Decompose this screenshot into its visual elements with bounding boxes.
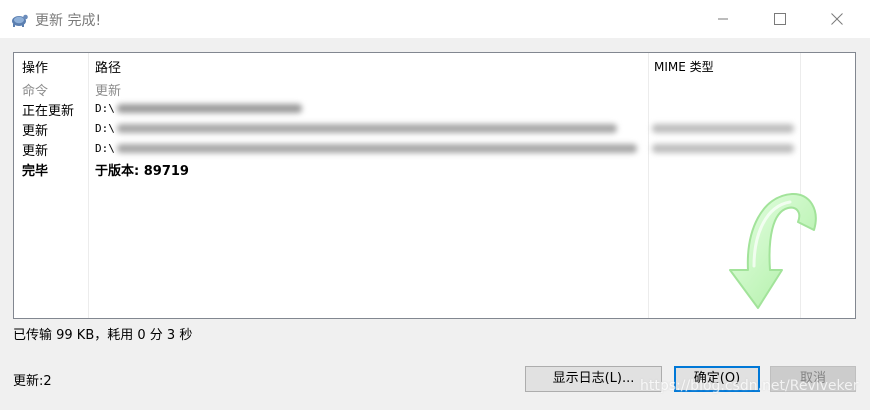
redacted-path xyxy=(117,104,302,113)
redacted-path xyxy=(117,124,617,133)
row-path: D:\ xyxy=(95,122,115,135)
row-action: 正在更新 xyxy=(22,104,75,119)
row-action: 完毕 xyxy=(22,164,49,179)
green-curved-arrow-icon xyxy=(729,192,817,309)
row-path: D:\ xyxy=(95,142,115,155)
redacted-mime xyxy=(652,144,794,153)
maximize-button[interactable] xyxy=(757,0,803,38)
redacted-mime xyxy=(652,124,794,133)
minimize-icon xyxy=(718,18,728,20)
list-item[interactable]: 正在更新 D:\ xyxy=(14,98,855,119)
minimize-button[interactable] xyxy=(700,0,746,38)
row-action: 更新 xyxy=(22,124,49,139)
column-header-path[interactable]: 路径 xyxy=(95,57,121,76)
list-item[interactable]: 更新 D:\ xyxy=(14,138,855,159)
close-button[interactable] xyxy=(814,0,860,38)
redacted-path xyxy=(117,144,637,153)
close-icon xyxy=(831,13,843,25)
row-path: 更新 xyxy=(95,84,122,99)
row-action: 更新 xyxy=(22,144,49,159)
title-bar: 更新 完成! xyxy=(0,0,870,38)
row-path: D:\ xyxy=(95,102,115,115)
tortoise-icon xyxy=(12,14,28,27)
list-item[interactable]: 更新 D:\ xyxy=(14,118,855,139)
maximize-icon xyxy=(774,13,786,25)
column-header-mime[interactable]: MIME 类型 xyxy=(654,58,714,75)
list-item[interactable]: 完毕 于版本: 89719 xyxy=(14,158,855,179)
column-header-action[interactable]: 操作 xyxy=(22,57,48,76)
window-title: 更新 完成! xyxy=(35,13,102,29)
row-action: 命令 xyxy=(22,84,49,99)
updates-count: 更新:2 xyxy=(13,374,52,389)
transfer-status: 已传输 99 KB，耗用 0 分 3 秒 xyxy=(13,328,193,343)
row-path: 于版本: 89719 xyxy=(95,164,189,179)
watermark: https://blog.csdn.net/Reviveker xyxy=(640,378,859,394)
list-item[interactable]: 命令 更新 xyxy=(14,78,855,99)
